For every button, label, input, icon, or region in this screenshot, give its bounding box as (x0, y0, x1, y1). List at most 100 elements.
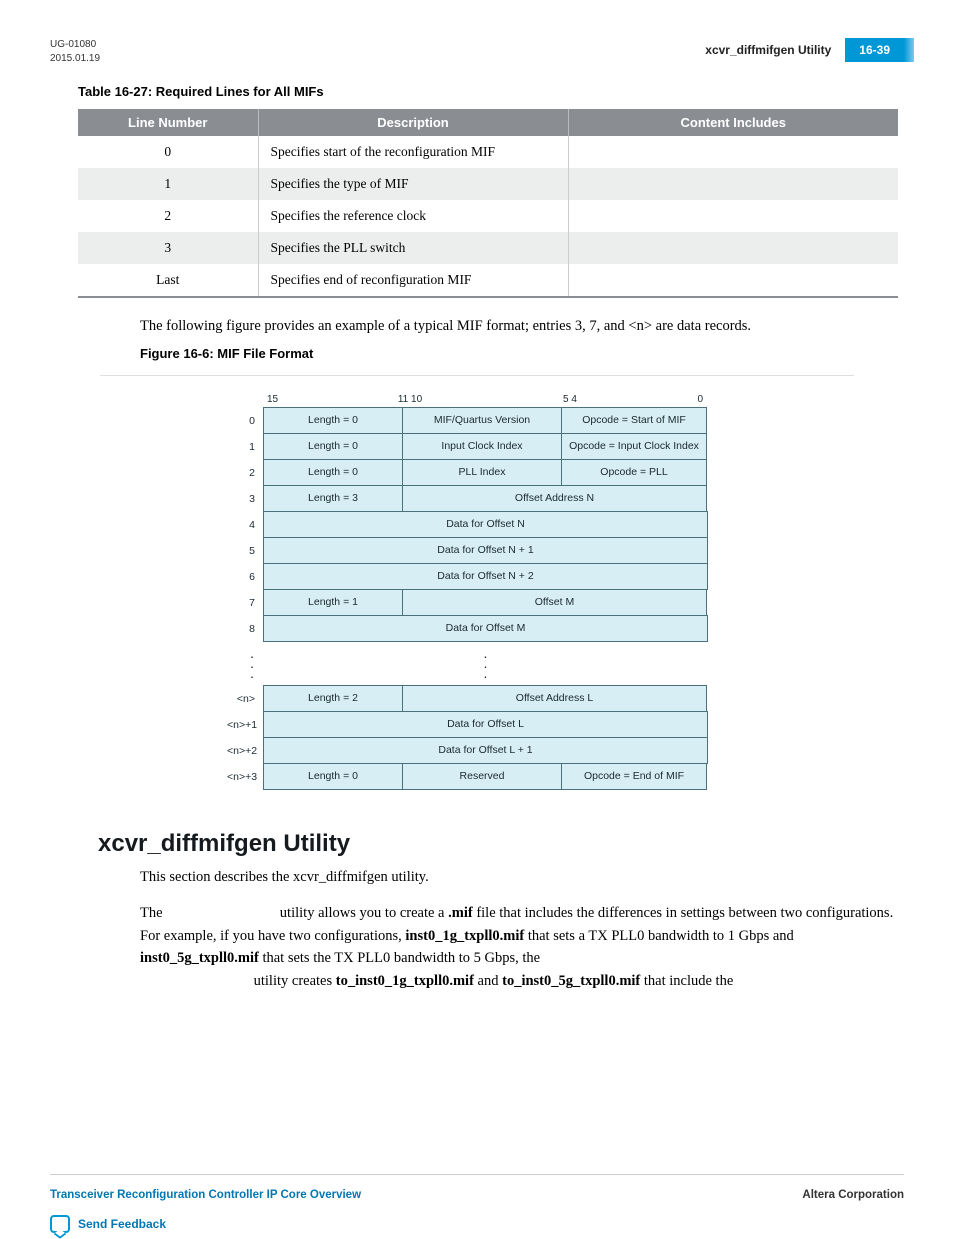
mif-row: 7Length = 1Offset M (227, 590, 727, 616)
cell-desc: Specifies the type of MIF (258, 168, 568, 200)
footer-company: Altera Corporation (802, 1189, 904, 1201)
mif-cell: Length = 1 (263, 589, 403, 616)
mif-row: <n>+3Length = 0ReservedOpcode = End of M… (227, 764, 727, 790)
table-row: 1 Specifies the type of MIF (78, 168, 898, 200)
bit-0: 0 (583, 394, 707, 405)
table-caption: Table 16-27: Required Lines for All MIFs (78, 84, 904, 99)
mif-cell: Reserved (402, 763, 562, 790)
cell-desc: Specifies start of the reconfiguration M… (258, 136, 568, 168)
mif-row: 4Data for Offset N (227, 512, 727, 538)
mif-row-number: 7 (227, 590, 263, 616)
figure-caption: Figure 16-6: MIF File Format (140, 346, 904, 361)
cell-line: 2 (78, 200, 258, 232)
footer-chapter-link[interactable]: Transceiver Reconfiguration Controller I… (50, 1189, 361, 1201)
mif-row: <n>+2Data for Offset L + 1 (227, 738, 727, 764)
mif-row-number: 3 (227, 486, 263, 512)
cell-content (568, 264, 898, 297)
th-content-includes: Content Includes (568, 109, 898, 136)
cell-content (568, 200, 898, 232)
header-doc-meta: UG-01080 2015.01.19 (50, 38, 100, 66)
table-row: 3 Specifies the PLL switch (78, 232, 898, 264)
mif-cell: MIF/Quartus Version (402, 407, 562, 434)
th-line-number: Line Number (78, 109, 258, 136)
cell-content (568, 232, 898, 264)
mif-cell: Length = 2 (263, 685, 403, 712)
page-header: UG-01080 2015.01.19 xcvr_diffmifgen Util… (50, 38, 904, 66)
mif-cell: Opcode = PLL (561, 459, 707, 486)
mif-row: 8Data for Offset M (227, 616, 727, 642)
mif-cell: Input Clock Index (402, 433, 562, 460)
cell-desc: Specifies the PLL switch (258, 232, 568, 264)
mif-cell: Data for Offset N + 1 (263, 537, 708, 564)
mif-row-number: 6 (227, 564, 263, 590)
mif-row-number: 0 (227, 408, 263, 434)
doc-date: 2015.01.19 (50, 52, 100, 66)
mif-cell: Length = 3 (263, 485, 403, 512)
mif-row-number: <n>+2 (227, 738, 263, 764)
bit-1110: 11 10 (397, 394, 423, 405)
section-detail: The utility allows you to create a .mif … (140, 902, 912, 992)
cell-line: 1 (78, 168, 258, 200)
mif-row-number: 2 (227, 460, 263, 486)
mif-cell: Data for Offset N (263, 511, 708, 538)
bit-54: 5 4 (557, 394, 583, 405)
running-title: xcvr_diffmifgen Utility (691, 38, 845, 62)
mif-diagram: 15 11 10 5 4 0 0Length = 0MIF/Quartus Ve… (227, 394, 727, 790)
intro-paragraph: The following figure provides an example… (140, 316, 910, 338)
table-row: 0 Specifies start of the reconfiguration… (78, 136, 898, 168)
cell-line: 0 (78, 136, 258, 168)
page-number: 16-39 (845, 38, 904, 62)
mif-cell: Data for Offset N + 2 (263, 563, 708, 590)
cell-line: 3 (78, 232, 258, 264)
ellipsis: .. .. .. (227, 642, 727, 686)
mif-cell: Offset M (402, 589, 707, 616)
cell-content (568, 168, 898, 200)
th-description: Description (258, 109, 568, 136)
bit-15: 15 (263, 394, 397, 405)
mif-cell: Offset Address N (402, 485, 707, 512)
mif-cell: Opcode = Start of MIF (561, 407, 707, 434)
mif-cell: Data for Offset L + 1 (263, 737, 708, 764)
mif-row: 2Length = 0PLL IndexOpcode = PLL (227, 460, 727, 486)
mif-row: 6Data for Offset N + 2 (227, 564, 727, 590)
table-row: 2 Specifies the reference clock (78, 200, 898, 232)
feedback-icon (50, 1215, 70, 1233)
section-intro: This section describes the xcvr_diffmifg… (140, 866, 912, 888)
mif-row-number: 8 (227, 616, 263, 642)
bit-labels: 15 11 10 5 4 0 (227, 394, 727, 405)
mif-row-number: 4 (227, 512, 263, 538)
required-lines-table: Line Number Description Content Includes… (78, 109, 898, 298)
mif-cell: Offset Address L (402, 685, 707, 712)
mif-row-number: <n>+1 (227, 712, 263, 738)
mif-cell: PLL Index (402, 459, 562, 486)
page-footer: Transceiver Reconfiguration Controller I… (50, 1174, 904, 1201)
mif-row: <n>+1Data for Offset L (227, 712, 727, 738)
mif-row: 1Length = 0Input Clock IndexOpcode = Inp… (227, 434, 727, 460)
cell-desc: Specifies the reference clock (258, 200, 568, 232)
mif-cell: Length = 0 (263, 407, 403, 434)
doc-id: UG-01080 (50, 38, 100, 52)
cell-line: Last (78, 264, 258, 297)
mif-row-number: <n> (227, 686, 263, 712)
mif-cell: Length = 0 (263, 433, 403, 460)
table-row: Last Specifies end of reconfiguration MI… (78, 264, 898, 297)
mif-row-number: 1 (227, 434, 263, 460)
mif-row: <n>Length = 2Offset Address L (227, 686, 727, 712)
separator (100, 375, 854, 376)
cell-desc: Specifies end of reconfiguration MIF (258, 264, 568, 297)
mif-row-number: <n>+3 (227, 764, 263, 790)
cell-content (568, 136, 898, 168)
feedback-label: Send Feedback (78, 1217, 166, 1231)
mif-cell: Opcode = End of MIF (561, 763, 707, 790)
mif-row: 5Data for Offset N + 1 (227, 538, 727, 564)
mif-cell: Length = 0 (263, 763, 403, 790)
mif-row-number: 5 (227, 538, 263, 564)
header-right: xcvr_diffmifgen Utility 16-39 (691, 38, 904, 62)
section-heading: xcvr_diffmifgen Utility (98, 830, 904, 858)
mif-row: 3Length = 3Offset Address N (227, 486, 727, 512)
mif-cell: Length = 0 (263, 459, 403, 486)
mif-cell: Data for Offset M (263, 615, 708, 642)
send-feedback-link[interactable]: Send Feedback (50, 1215, 166, 1235)
mif-cell: Opcode = Input Clock Index (561, 433, 707, 460)
mif-cell: Data for Offset L (263, 711, 708, 738)
